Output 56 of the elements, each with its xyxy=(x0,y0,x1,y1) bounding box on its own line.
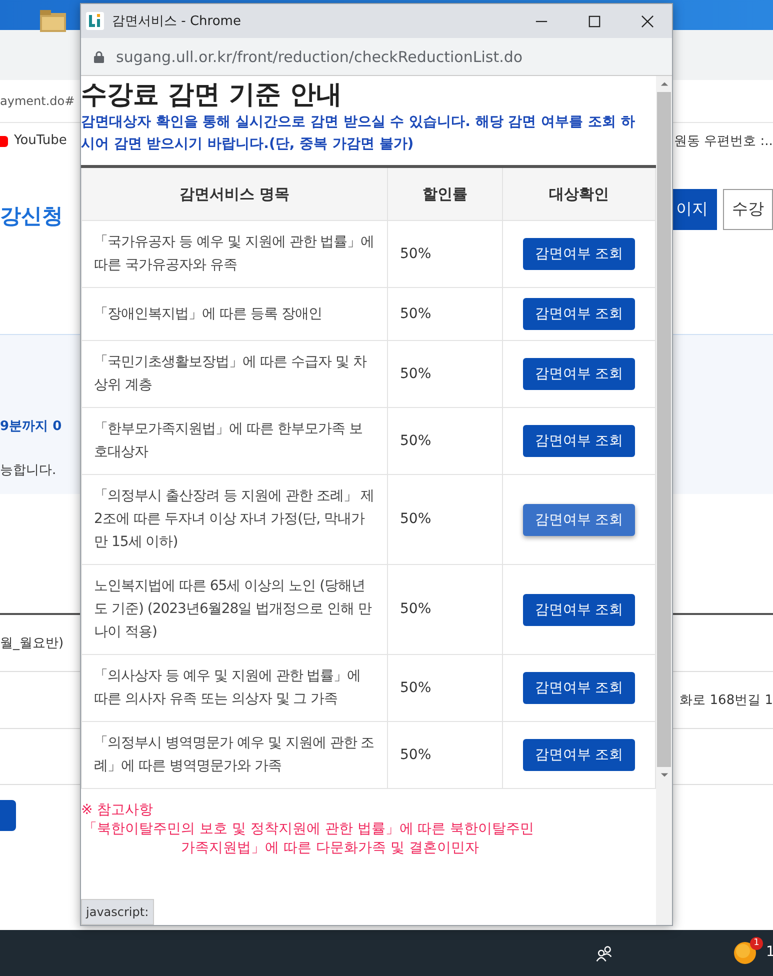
notice-text: 9분까지 0 xyxy=(0,418,62,435)
table-cell: 「의사상자 등 예우 및 지원에 관한 법률」에 따른 의사자 유족 또는 의상자 및 그 가족 xyxy=(82,654,388,722)
bookmark-link[interactable]: YouTube xyxy=(0,133,67,148)
table-cell: 50% xyxy=(388,722,502,788)
column-header: 대상확인 xyxy=(502,166,656,220)
table-cell: 50% xyxy=(388,654,502,722)
page-heading: 수강료 감면 기준 안내 xyxy=(81,79,344,111)
folder-icon[interactable] xyxy=(40,10,66,32)
bookmark-link[interactable]: 원동 우편번호 :... xyxy=(674,132,773,150)
scrollbar[interactable] xyxy=(656,76,672,925)
table-cell: 「국민기초생활보장법」에 따른 수급자 및 차상위 계층 xyxy=(82,340,388,408)
table-cell: 「의정부시 병역명문가 예우 및 지원에 관한 조례」에 따른 병역명문가와 가족 xyxy=(82,722,388,788)
url-text: sugang.ull.or.kr/front/reduction/checkReductionList.do xyxy=(116,48,523,66)
table-cell: 50% xyxy=(388,564,502,654)
table-cell: 50% xyxy=(388,220,502,288)
note-text: 가족지원법」에 따른 다문화가족 및 결혼이민자 xyxy=(180,839,480,858)
close-icon[interactable] xyxy=(641,14,654,28)
check-button[interactable]: 감면여부 조회 xyxy=(522,594,636,626)
table-cell: 50% xyxy=(388,408,502,474)
notes-title: ※ 참고사항 xyxy=(81,801,154,820)
window-title: 감면서비스 - Chrome xyxy=(112,13,242,30)
check-button[interactable]: 감면여부 조회 xyxy=(522,238,636,270)
column-header: 할인률 xyxy=(388,166,502,220)
check-button[interactable]: 감면여부 조회 xyxy=(522,358,636,390)
list-cell-text: 화로 168번길 1 xyxy=(680,692,773,709)
check-button[interactable]: 감면여부 조회 xyxy=(522,739,636,771)
table-cell: 노인복지법에 따른 65세 이상의 노인 (당해년도 기준) (2023년6월28일 법개정으로 인해 만 나이 적용) xyxy=(82,564,388,654)
table-cell: 「의정부시 출산장려 등 지원에 관한 조례」 제2조에 따른 두자녀 이상 자녀 가정(단, 막내가 만 15세 이하) xyxy=(82,474,388,564)
lock-icon[interactable] xyxy=(94,50,104,62)
check-button[interactable]: 감면여부 조회 xyxy=(522,425,636,457)
check-button[interactable]: 감면여부 조회 xyxy=(522,298,636,330)
people-icon[interactable] xyxy=(595,945,613,963)
notice-text: 능합니다. xyxy=(0,462,56,479)
table-cell: 「장애인복지법」에 따른 등록 장애인 xyxy=(82,288,388,340)
list-cell-text: 월_월요반) xyxy=(0,635,64,652)
table-cell: 50% xyxy=(388,288,502,340)
play-logo-icon xyxy=(0,134,10,146)
table-cell: 50% xyxy=(388,474,502,564)
column-header: 감면서비스 명목 xyxy=(82,166,388,220)
check-button[interactable]: 감면여부 조회 xyxy=(522,504,636,536)
check-button[interactable]: 감면여부 조회 xyxy=(522,672,636,704)
header-button[interactable]: 수강 xyxy=(723,189,773,230)
site-title: 강신청 xyxy=(0,203,63,230)
maximize-icon[interactable] xyxy=(588,14,601,28)
table-cell: 「한부모가족지원법」에 따른 한부모가족 보호대상자 xyxy=(82,408,388,474)
address-text[interactable]: ayment.do# xyxy=(0,94,75,108)
scroll-thumb[interactable] xyxy=(657,92,671,767)
status-tooltip: javascript: xyxy=(81,899,154,925)
note-text: 「북한이탈주민의 보호 및 정착지원에 관한 법률」에 따른 북한이탈주민 xyxy=(82,820,536,839)
table-cell: 「국가유공자 등 예우 및 지원에 관한 법률」에 따른 국가유공자와 유족 xyxy=(82,220,388,288)
notification-badge: 1 xyxy=(750,937,763,950)
scroll-down-icon[interactable] xyxy=(660,772,668,778)
page-button[interactable] xyxy=(0,800,16,830)
subtitle-text: 감면대상자 확인을 통해 실시간으로 감면 받으실 수 있습니다. 해당 감면 여부를 조회 하시어 감면 받으시기 바랍니다.(단, 중복 가감면 불가) xyxy=(81,113,636,154)
app-logo-icon xyxy=(86,12,104,30)
table-cell: 50% xyxy=(388,340,502,408)
